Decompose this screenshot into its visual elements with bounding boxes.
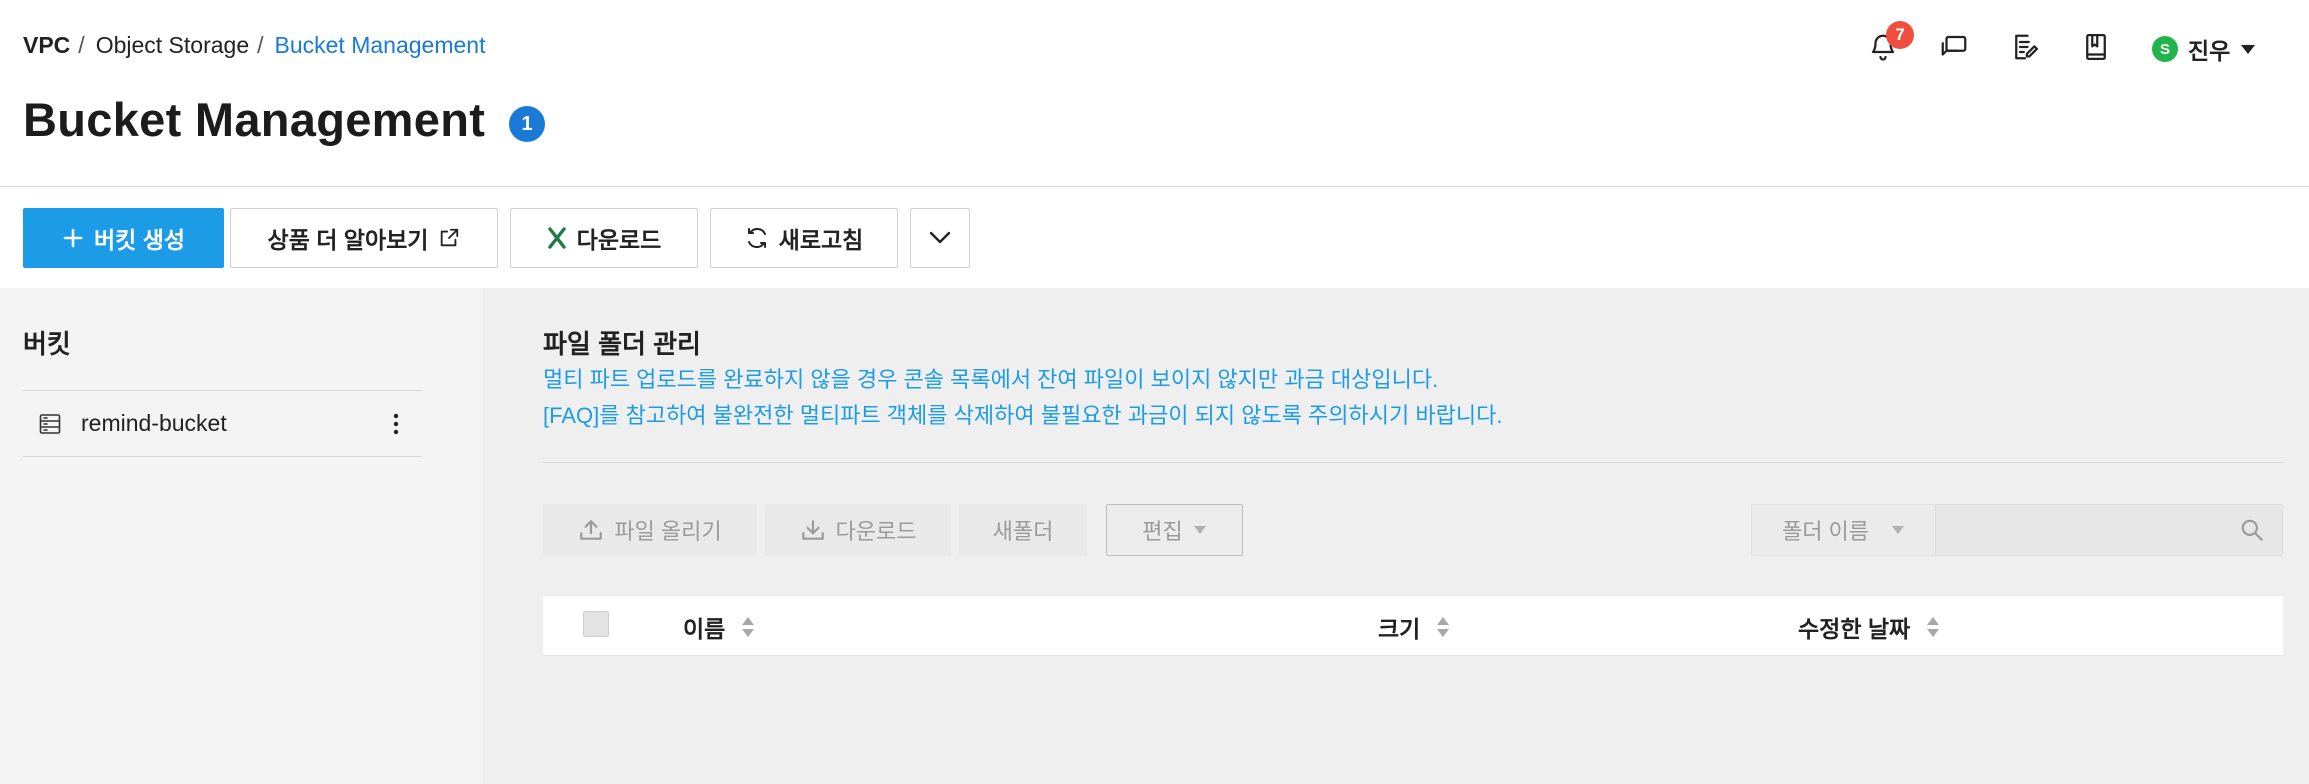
bucket-options-button[interactable]	[384, 410, 408, 438]
learn-more-button[interactable]: 상품 더 알아보기	[230, 208, 498, 268]
guide-button[interactable]	[2077, 28, 2115, 66]
notification-count-badge: 7	[1886, 21, 1914, 49]
column-header-name[interactable]: 이름	[683, 610, 757, 644]
search-button[interactable]	[2238, 516, 2266, 544]
count-badge: 1	[509, 106, 545, 142]
sort-icon	[1434, 613, 1452, 641]
new-folder-button[interactable]: 새폴더	[959, 504, 1087, 556]
sidebar-title: 버킷	[23, 329, 71, 359]
column-header-modified-date[interactable]: 수정한 날짜	[1798, 610, 1942, 644]
breadcrumb-item-vpc[interactable]: VPC	[23, 32, 70, 59]
section-divider	[543, 462, 2283, 463]
chevron-down-icon	[929, 231, 951, 244]
download-icon	[801, 520, 824, 540]
memo-edit-icon	[2015, 34, 2038, 60]
upload-icon	[580, 520, 603, 540]
chat-icon	[1941, 35, 1967, 56]
refresh-icon	[747, 227, 766, 249]
search-filter-label: 폴더 이름	[1781, 519, 1870, 544]
column-size-label: 크기	[1378, 616, 1421, 642]
search-input[interactable]	[1935, 504, 2283, 556]
column-modified-label: 수정한 날짜	[1798, 616, 1911, 642]
caret-down-icon	[1193, 526, 1206, 534]
download-button[interactable]: 다운로드	[510, 208, 698, 268]
search-filter-select[interactable]: 폴더 이름	[1751, 504, 1936, 556]
column-header-size[interactable]: 크기	[1378, 610, 1452, 644]
bucket-sidebar	[0, 288, 483, 784]
upload-file-label: 파일 올리기	[614, 519, 722, 544]
bucket-list-item[interactable]: remind-bucket	[23, 391, 422, 456]
new-folder-label: 새폴더	[992, 519, 1054, 544]
refresh-button[interactable]: 새로고침	[710, 208, 898, 268]
section-title: 파일 폴더 관리	[543, 329, 701, 359]
page-title: Bucket Management	[23, 93, 486, 146]
download-label: 다운로드	[576, 227, 662, 253]
breadcrumb-separator: /	[78, 32, 85, 58]
notice-line: 멀티 파트 업로드를 완료하지 않을 경우 콘솔 목록에서 잔여 파일이 보이지…	[543, 367, 1439, 392]
breadcrumb-current[interactable]: Bucket Management	[275, 32, 486, 59]
download-file-label: 다운로드	[835, 519, 917, 544]
refresh-label: 새로고침	[778, 227, 864, 253]
create-bucket-button[interactable]: 버킷 생성	[23, 208, 224, 268]
avatar: S	[2152, 36, 2178, 62]
select-all-checkbox[interactable]	[583, 611, 609, 637]
header-divider	[0, 186, 2309, 187]
column-name-label: 이름	[683, 616, 726, 642]
breadcrumb-separator: /	[257, 32, 264, 58]
user-name: 진우	[2188, 38, 2231, 64]
more-actions-dropdown[interactable]	[910, 208, 970, 268]
sort-icon	[739, 613, 757, 641]
chat-button[interactable]	[1935, 28, 1973, 66]
download-file-button[interactable]: 다운로드	[765, 504, 951, 556]
breadcrumb: VPC / Object Storage / Bucket Management	[23, 32, 485, 59]
create-bucket-label: 버킷 생성	[93, 227, 186, 253]
bucket-name: remind-bucket	[81, 410, 227, 436]
caret-down-icon	[1892, 526, 1905, 534]
caret-down-icon	[2241, 45, 2256, 54]
edit-label: 편집	[1142, 519, 1183, 544]
edit-dropdown[interactable]: 편집	[1106, 504, 1243, 556]
storage-bucket-icon	[39, 413, 61, 434]
upload-file-button[interactable]: 파일 올리기	[543, 504, 757, 556]
memo-button[interactable]	[2006, 28, 2044, 66]
sidebar-divider	[23, 456, 422, 457]
search-icon	[2241, 519, 2263, 541]
plus-icon	[63, 228, 83, 248]
notice-line-faq[interactable]: [FAQ]를 참고하여 불완전한 멀티파트 객체를 삭제하여 불필요한 과금이 …	[543, 398, 1502, 430]
breadcrumb-item-object-storage[interactable]: Object Storage	[96, 32, 249, 59]
excel-icon	[547, 227, 566, 249]
learn-more-label: 상품 더 알아보기	[267, 227, 429, 253]
guide-book-icon	[2086, 34, 2106, 60]
external-link-icon	[441, 228, 459, 247]
kebab-menu-icon	[393, 413, 399, 435]
user-menu[interactable]: S 진우	[2152, 32, 2256, 66]
sort-icon	[1924, 613, 1942, 641]
